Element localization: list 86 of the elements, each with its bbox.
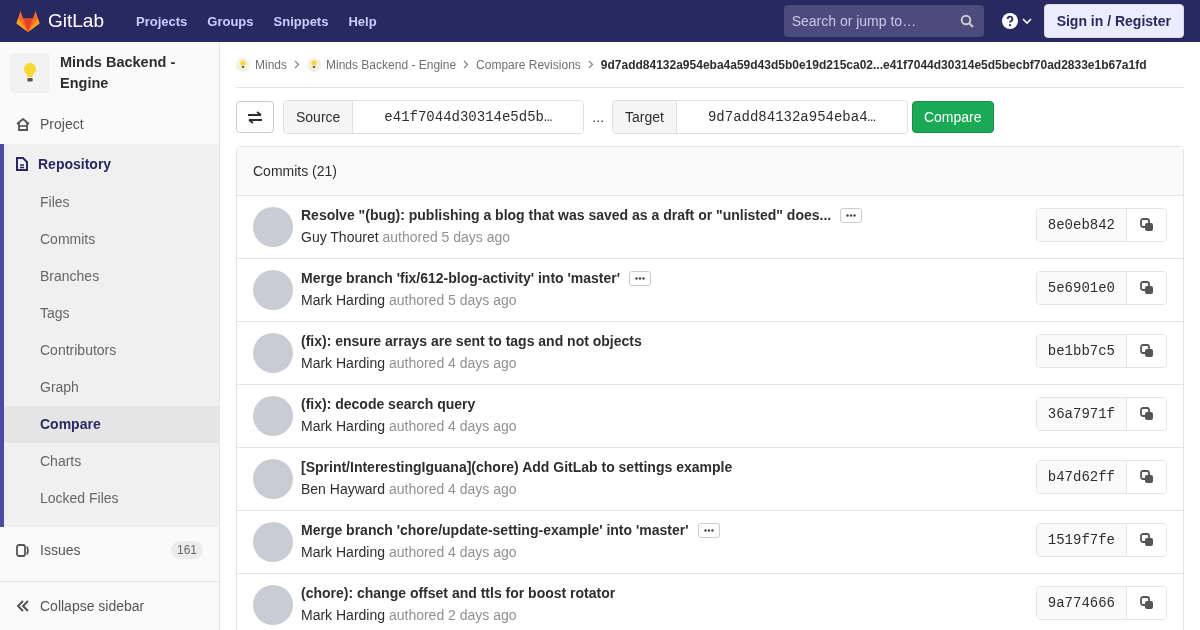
chevron-icon xyxy=(463,60,470,69)
swap-revisions-button[interactable] xyxy=(236,101,274,133)
lightbulb-icon xyxy=(23,62,37,84)
author-link[interactable]: Mark Harding xyxy=(301,355,386,371)
commit-time: authored 2 days ago xyxy=(388,607,517,623)
copy-icon xyxy=(1139,470,1154,484)
commit-sha[interactable]: be1bb7c5 xyxy=(1036,335,1127,367)
ellipsis-icon xyxy=(703,528,714,532)
count-badge: 161 xyxy=(170,541,203,559)
expand-description-button[interactable] xyxy=(840,207,863,223)
commit-message-link[interactable]: Merge branch 'fix/612-blog-activity' into 'master' xyxy=(301,270,621,286)
commit-time: authored 5 days ago xyxy=(382,229,511,245)
commit-message-link[interactable]: (fix): decode search query xyxy=(301,396,476,412)
commit-message-link[interactable]: Resolve "(bug): publishing a blog that was saved as a draft or "unlisted" does... xyxy=(301,207,832,223)
home-icon xyxy=(16,117,30,131)
commit-message-link[interactable]: [Sprint/InterestingIguana](chore) Add GitLab to settings example xyxy=(301,459,733,475)
search-icon[interactable] xyxy=(959,14,974,28)
expand-description-button[interactable] xyxy=(697,522,720,538)
commit-sha[interactable]: 36a7971f xyxy=(1036,398,1127,430)
nav-link[interactable]: Groups xyxy=(199,7,262,35)
commit-sha[interactable]: 8e0eb842 xyxy=(1036,209,1127,241)
copy-icon xyxy=(1139,218,1154,232)
caret-icon xyxy=(1021,17,1032,25)
breadcrumb-link[interactable]: Compare Revisions xyxy=(476,57,581,72)
double-chevron-icon xyxy=(16,600,30,612)
commit-sha[interactable]: 5e6901e0 xyxy=(1036,272,1127,304)
commit-sha[interactable]: 1519f7fe xyxy=(1036,524,1127,556)
nav-link[interactable]: Help xyxy=(340,7,385,35)
breadcrumb-link[interactable]: 9d7add84132a954eba4a59d43d5b0e19d215ca02...e41f7044d30314e5d5becbf70ad2833e1b67a1fd xyxy=(600,57,1147,72)
sidebar-subitem[interactable]: Charts xyxy=(4,443,219,480)
expand-description-button[interactable] xyxy=(629,270,652,286)
chevron-icon xyxy=(587,60,594,69)
sidebar-subitem[interactable]: Tags xyxy=(4,295,219,332)
logo-text[interactable]: GitLab xyxy=(48,10,104,32)
nav-link[interactable]: Snippets xyxy=(265,7,337,35)
sidebar-subitem[interactable]: Compare xyxy=(4,406,219,443)
document-icon xyxy=(16,157,28,171)
commit-time: authored 5 days ago xyxy=(388,292,517,308)
author-link[interactable]: Guy Thouret xyxy=(301,229,379,245)
chevron-icon xyxy=(294,60,300,69)
ellipsis-icon xyxy=(635,276,646,280)
source-label: Source xyxy=(284,101,354,133)
nav-link[interactable]: Projects xyxy=(128,7,196,35)
search-field[interactable]: Search or jump to… xyxy=(783,5,984,37)
project-name[interactable]: Minds Backend - Engine xyxy=(60,52,209,94)
sign-in-button[interactable]: Sign in / Register xyxy=(1043,4,1184,38)
author-link[interactable]: Mark Harding xyxy=(301,607,386,623)
sidebar-subitem[interactable]: Locked Files xyxy=(4,480,219,517)
swap-arrows-icon xyxy=(247,110,263,124)
help-dropdown[interactable] xyxy=(1001,13,1032,29)
author-link[interactable]: Mark Harding xyxy=(301,544,386,560)
breadcrumb-link[interactable]: Minds Backend - Engine xyxy=(307,57,457,72)
author-link[interactable]: Ben Hayward xyxy=(301,481,386,497)
gitlab-logo-icon[interactable] xyxy=(16,10,40,32)
range-separator: ... xyxy=(592,109,605,125)
sidebar-subitem[interactable]: Commits xyxy=(4,221,219,258)
copy-icon xyxy=(1139,596,1154,610)
copy-icon xyxy=(1139,344,1154,358)
commit-message-link[interactable]: (fix): ensure arrays are sent to tags and not objects xyxy=(301,333,642,349)
commits-header: Commits (21) xyxy=(237,147,1183,196)
breadcrumb-link[interactable]: Minds xyxy=(236,57,287,72)
commit-time: authored 4 days ago xyxy=(388,544,517,560)
copy-icon xyxy=(1139,533,1154,547)
target-label: Target xyxy=(613,101,677,133)
copy-icon xyxy=(1139,281,1154,295)
commit-sha[interactable]: 9a774666 xyxy=(1036,587,1127,619)
sidebar-subitem[interactable]: Graph xyxy=(4,369,219,406)
project-avatar-icon xyxy=(307,57,321,72)
author-link[interactable]: Mark Harding xyxy=(301,418,386,434)
ellipsis-icon xyxy=(846,213,857,217)
commit-time: authored 4 days ago xyxy=(388,418,517,434)
sidebar-subitem[interactable]: Files xyxy=(4,184,219,221)
copy-icon xyxy=(1139,407,1154,421)
commit-message-link[interactable]: Merge branch 'chore/update-setting-example' into 'master' xyxy=(301,522,689,538)
project-avatar-icon xyxy=(236,57,250,72)
commit-sha[interactable]: b47d62ff xyxy=(1036,461,1127,493)
sidebar-subitem[interactable]: Contributors xyxy=(4,332,219,369)
sidebar-item[interactable]: Issues 161 xyxy=(0,527,219,573)
issues-icon xyxy=(16,543,30,557)
help-icon[interactable] xyxy=(1001,13,1018,29)
commit-time: authored 4 days ago xyxy=(388,355,517,371)
sidebar-item[interactable]: Project xyxy=(0,104,219,144)
sidebar-subitem[interactable]: Branches xyxy=(4,258,219,295)
commit-time: authored 4 days ago xyxy=(388,481,517,497)
commit-message-link[interactable]: (chore): change offset and ttls for boost rotator xyxy=(301,585,616,601)
author-link[interactable]: Mark Harding xyxy=(301,292,386,308)
